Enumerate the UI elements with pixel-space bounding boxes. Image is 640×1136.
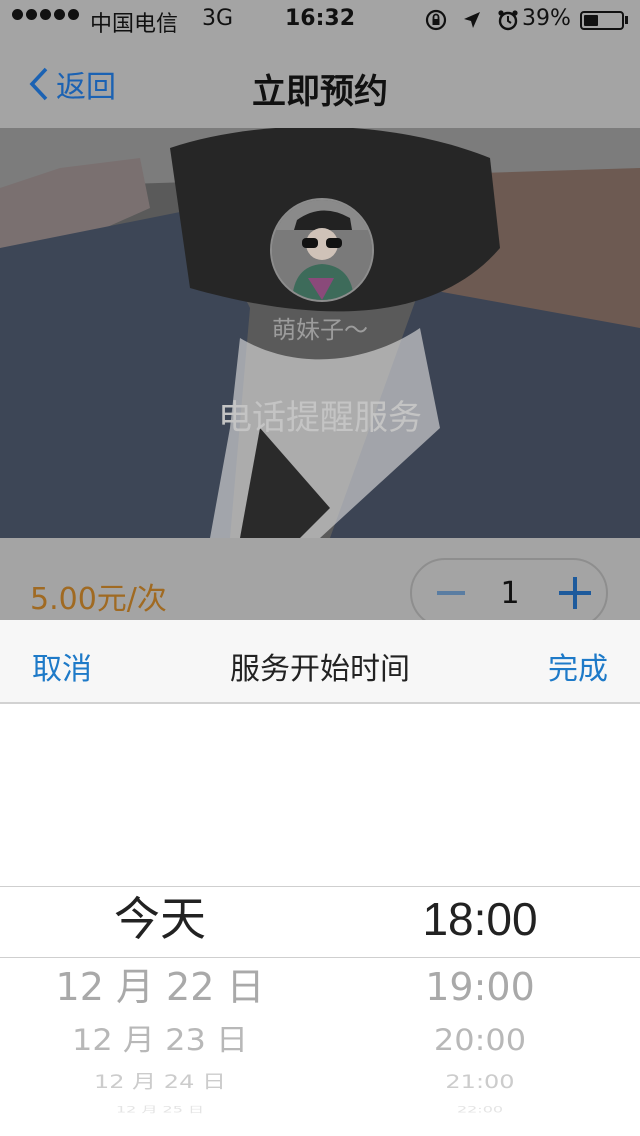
status-bar: 中国电信 3G 16:32 39%: [0, 0, 640, 40]
provider-name: 萌妹子～: [272, 316, 368, 344]
avatar-photo: [272, 200, 372, 300]
date-option: 12 月 23 日: [72, 1022, 248, 1058]
provider-hero: 萌妹子～ 电话提醒服务: [0, 128, 640, 538]
quantity-stepper: 1: [410, 558, 608, 628]
date-option: 12 月 25 日: [116, 1104, 204, 1115]
battery-percent: 39%: [522, 6, 571, 31]
battery-level: [584, 15, 598, 26]
provider-avatar: [270, 198, 374, 302]
increase-button[interactable]: [558, 576, 592, 610]
date-option-selected: 今天: [114, 892, 206, 946]
battery-tip: [625, 16, 628, 24]
location-arrow-icon: [464, 12, 480, 28]
status-icons: [424, 8, 520, 32]
navigation-bar: 返回 立即预约: [0, 40, 640, 128]
service-name: 电话提醒服务: [218, 398, 422, 438]
alarm-icon: [498, 10, 518, 31]
unit-price: 5.00元/次: [30, 582, 167, 617]
rotation-lock-icon: [425, 9, 447, 31]
price-row: 5.00元/次 1: [0, 538, 640, 628]
date-option: 12 月 24 日: [94, 1071, 226, 1093]
quantity-value: 1: [500, 576, 520, 611]
battery-icon: [580, 11, 624, 30]
date-wheel[interactable]: 今天 12 月 22 日 12 月 23 日 12 月 24 日 12 月 25…: [0, 620, 640, 1136]
datetime-picker-sheet: 取消 服务开始时间 完成 今天 12 月 22 日 12 月 23 日 12 月…: [0, 620, 640, 1136]
date-option: 12 月 22 日: [55, 965, 265, 1009]
page-title: 立即预约: [252, 72, 388, 112]
decrease-button[interactable]: [434, 576, 468, 610]
